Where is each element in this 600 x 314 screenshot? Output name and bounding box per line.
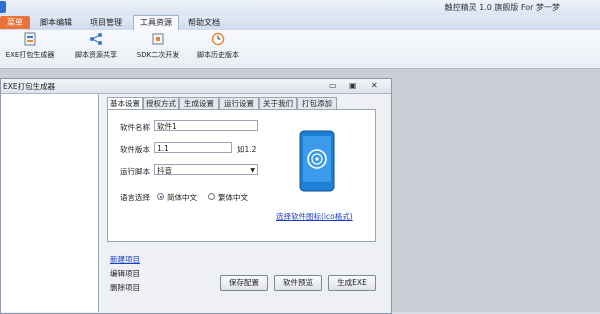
restore-icon[interactable]: ▣ xyxy=(349,81,357,90)
software-version-label: 软件版本 xyxy=(120,145,150,154)
radio-traditional-label: 繁体中文 xyxy=(218,193,248,202)
software-version-input[interactable]: 1.1 xyxy=(154,142,232,153)
delete-project-item[interactable]: 删除项目 xyxy=(110,282,140,293)
menu-start-button[interactable]: 菜单 xyxy=(0,16,30,29)
toolbar-button-label: 脚本资源共享 xyxy=(75,51,117,59)
tab-pack-add[interactable]: 打包添加 xyxy=(297,97,337,109)
toolbar-button-label: EXE打包生成器 xyxy=(5,51,55,59)
sdk-dev-button[interactable]: SDK二次开发 xyxy=(132,32,184,66)
edit-project-item[interactable]: 编辑项目 xyxy=(110,268,140,279)
script-share-button[interactable]: 脚本资源共享 xyxy=(66,32,126,66)
share-icon xyxy=(90,33,102,45)
radio-traditional-chinese[interactable] xyxy=(208,193,215,200)
close-icon[interactable]: ✕ xyxy=(371,81,378,90)
run-script-value: 抖音 xyxy=(157,166,172,175)
tab-about[interactable]: 关于我们 xyxy=(259,97,297,109)
run-script-select[interactable]: 抖音 ▼ xyxy=(154,164,258,175)
software-name-label: 软件名称 xyxy=(120,123,150,132)
preview-button[interactable]: 软件预览 xyxy=(274,275,322,291)
toolbar-button-label: 脚本历史版本 xyxy=(197,51,239,59)
project-list[interactable] xyxy=(1,94,99,312)
title-bar: 触控精灵 1.0 旗舰版 For 梦一梦 xyxy=(0,0,600,15)
exe-builder-button[interactable]: EXE打包生成器 xyxy=(2,32,58,66)
radio-simplified-label: 简体中文 xyxy=(167,193,197,202)
menu-tab-help[interactable]: 帮助文档 xyxy=(182,16,226,29)
radio-simplified-chinese[interactable] xyxy=(157,193,164,200)
toolbar-button-label: SDK二次开发 xyxy=(136,51,180,59)
clock-icon xyxy=(211,32,225,46)
sdk-icon xyxy=(152,33,164,45)
script-history-button[interactable]: 脚本历史版本 xyxy=(190,32,246,66)
software-icon-preview xyxy=(299,130,335,192)
choose-icon-link[interactable]: 选择软件图标(ico格式) xyxy=(276,211,353,222)
app-title: 触控精灵 1.0 旗舰版 For 梦一梦 xyxy=(444,3,560,12)
toolbar: EXE打包生成器 脚本资源共享 SDK二次开发 脚本历史版本 xyxy=(0,30,600,69)
chevron-down-icon: ▼ xyxy=(250,167,255,174)
menu-bar: 菜单 脚本编辑 项目管理 工具资源 帮助文档 xyxy=(0,15,600,31)
package-icon xyxy=(24,32,36,46)
app-logo-icon xyxy=(0,1,6,13)
software-name-input[interactable]: 软件1 xyxy=(154,120,258,131)
menu-tab-script-edit[interactable]: 脚本编辑 xyxy=(34,16,78,29)
new-project-link[interactable]: 新建项目 xyxy=(110,254,140,265)
minimize-icon[interactable]: ▭ xyxy=(329,81,337,90)
language-label: 语言选择 xyxy=(120,193,150,202)
window-title: EXE打包生成器 xyxy=(3,82,56,91)
run-script-label: 运行脚本 xyxy=(120,167,150,176)
version-hint: 如1.2 xyxy=(237,145,257,154)
tab-run-settings[interactable]: 运行设置 xyxy=(219,97,259,109)
menu-tab-tools[interactable]: 工具资源 xyxy=(133,15,179,31)
window-title-bar[interactable]: EXE打包生成器 ▭ ▣ ✕ xyxy=(1,79,391,94)
tab-build-settings[interactable]: 生成设置 xyxy=(179,97,219,109)
save-config-button[interactable]: 保存配置 xyxy=(220,275,268,291)
menu-tab-project[interactable]: 项目管理 xyxy=(84,16,128,29)
tab-auth-method[interactable]: 授权方式 xyxy=(143,97,179,109)
generate-exe-button[interactable]: 生成EXE xyxy=(328,275,376,291)
